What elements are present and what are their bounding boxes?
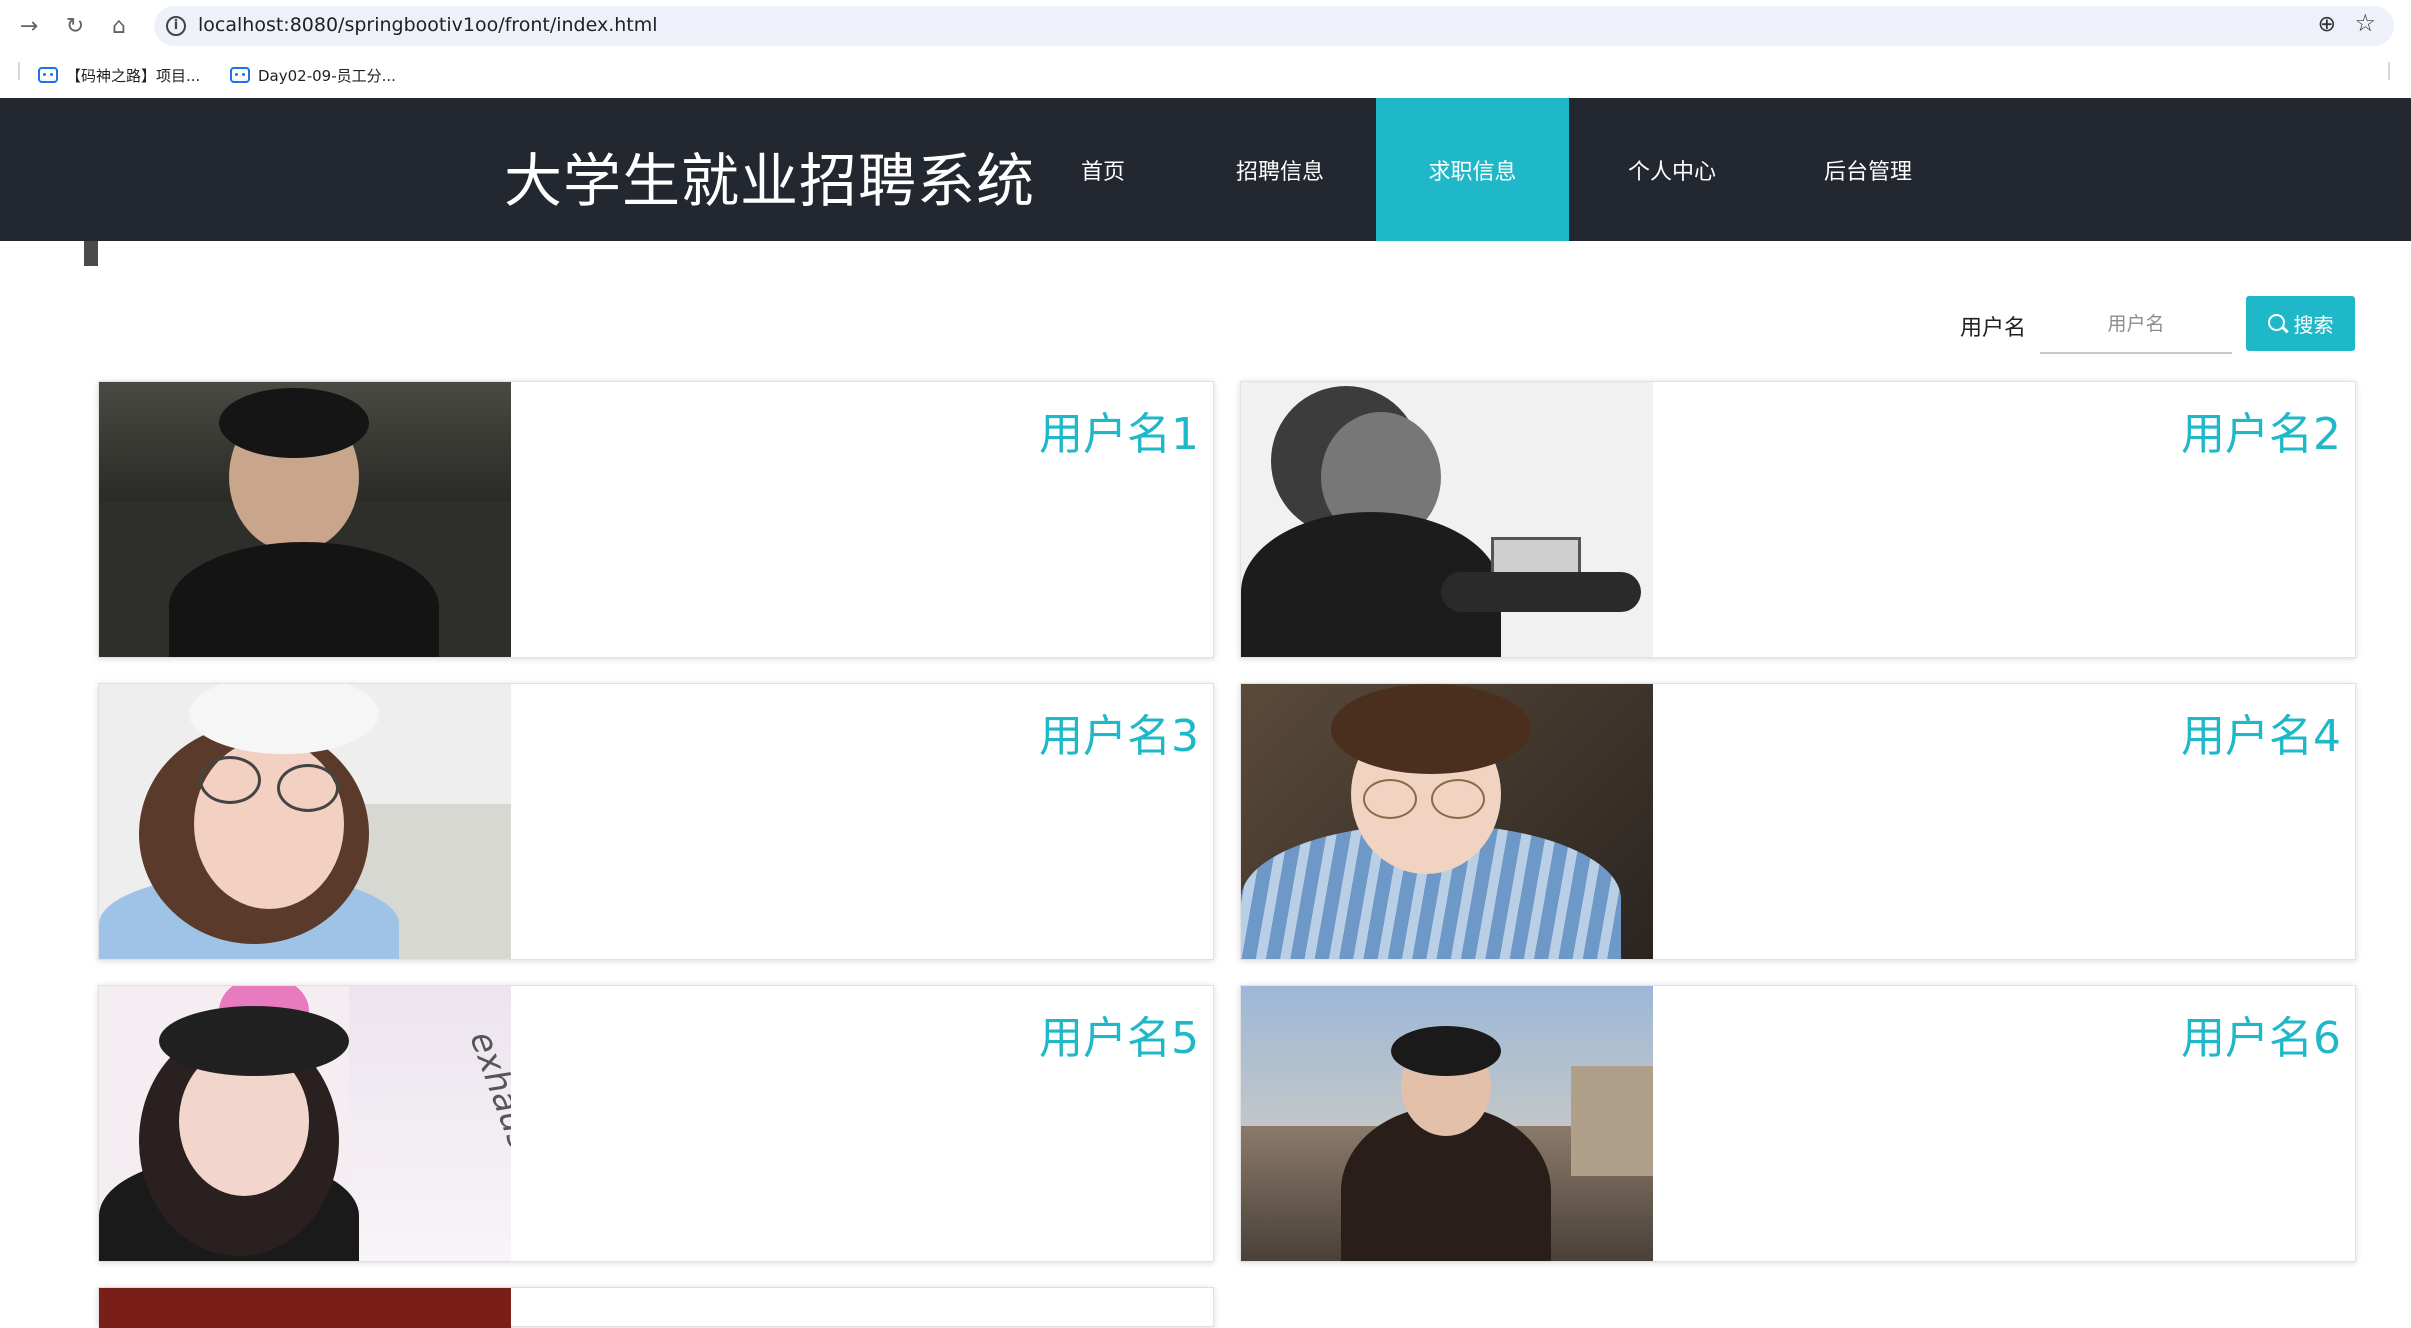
bookmark-star-icon[interactable]: ☆ xyxy=(2354,9,2376,37)
site-info-icon[interactable]: i xyxy=(166,16,186,36)
nav-home[interactable]: 首页 xyxy=(1060,98,1146,241)
bookmarks-divider xyxy=(2388,62,2390,80)
site-title: 大学生就业招聘系统 xyxy=(504,147,1036,215)
url-text[interactable]: localhost:8080/springbootiv1oo/front/ind… xyxy=(198,14,658,36)
job-seeker-card[interactable] xyxy=(98,1287,1214,1328)
forward-arrow-icon[interactable]: → xyxy=(14,12,44,42)
site-header: 大学生就业招聘系统 首页 招聘信息 求职信息 个人中心 后台管理 xyxy=(0,98,2411,241)
job-seeker-card[interactable]: exhausti 用户名5 xyxy=(98,985,1214,1262)
reload-icon[interactable]: ↻ xyxy=(60,12,90,42)
bookmarks-divider xyxy=(18,62,20,80)
avatar-photo[interactable] xyxy=(1241,382,1653,657)
search-icon xyxy=(2267,313,2288,334)
bilibili-icon xyxy=(230,67,250,83)
nav-job-seeking-info[interactable]: 求职信息 xyxy=(1376,98,1569,241)
card-username[interactable]: 用户名2 xyxy=(2181,398,2341,462)
zoom-icon[interactable]: ⊕ xyxy=(2318,12,2336,37)
nav-personal-center[interactable]: 个人中心 xyxy=(1610,98,1734,241)
avatar-photo[interactable] xyxy=(99,684,511,959)
bookmark-label: 【码神之路】项目... xyxy=(66,66,201,85)
username-search-input[interactable] xyxy=(2040,296,2232,354)
nav-recruitment-info[interactable]: 招聘信息 xyxy=(1218,98,1342,241)
avatar-photo[interactable] xyxy=(1241,684,1653,959)
bilibili-icon xyxy=(38,67,58,83)
card-username[interactable]: 用户名1 xyxy=(1039,398,1199,462)
nav-admin[interactable]: 后台管理 xyxy=(1806,98,1930,241)
decorative-bar xyxy=(84,241,98,266)
card-username[interactable]: 用户名5 xyxy=(1039,1002,1199,1066)
address-bar[interactable]: i localhost:8080/springbootiv1oo/front/i… xyxy=(154,6,2394,46)
bookmark-item[interactable]: 【码神之路】项目... xyxy=(38,62,200,88)
bookmark-item[interactable]: Day02-09-员工分... xyxy=(230,62,396,88)
job-seeker-card[interactable]: 用户名2 xyxy=(1240,381,2356,658)
job-seeker-card[interactable]: 用户名6 xyxy=(1240,985,2356,1262)
job-seeker-card[interactable]: 用户名3 xyxy=(98,683,1214,960)
avatar-photo[interactable] xyxy=(1241,986,1653,1261)
search-label: 用户名 xyxy=(1960,316,2027,341)
avatar-photo[interactable]: exhausti xyxy=(99,986,511,1261)
search-button[interactable]: 搜索 xyxy=(2246,296,2355,351)
browser-toolbar: → ↻ ⌂ i localhost:8080/springbootiv1oo/f… xyxy=(0,0,2411,52)
job-seeker-card[interactable]: 用户名4 xyxy=(1240,683,2356,960)
card-username[interactable]: 用户名3 xyxy=(1039,700,1199,764)
avatar-photo[interactable] xyxy=(99,1288,511,1328)
job-seeker-card[interactable]: 用户名1 xyxy=(98,381,1214,658)
avatar-photo[interactable] xyxy=(99,382,511,657)
home-icon[interactable]: ⌂ xyxy=(104,12,134,42)
bookmarks-bar: 【码神之路】项目... Day02-09-员工分... xyxy=(0,52,2411,98)
search-button-label: 搜索 xyxy=(2293,313,2334,337)
card-username[interactable]: 用户名6 xyxy=(2181,1002,2341,1066)
bookmark-label: Day02-09-员工分... xyxy=(258,66,396,85)
card-username[interactable]: 用户名4 xyxy=(2181,700,2341,764)
